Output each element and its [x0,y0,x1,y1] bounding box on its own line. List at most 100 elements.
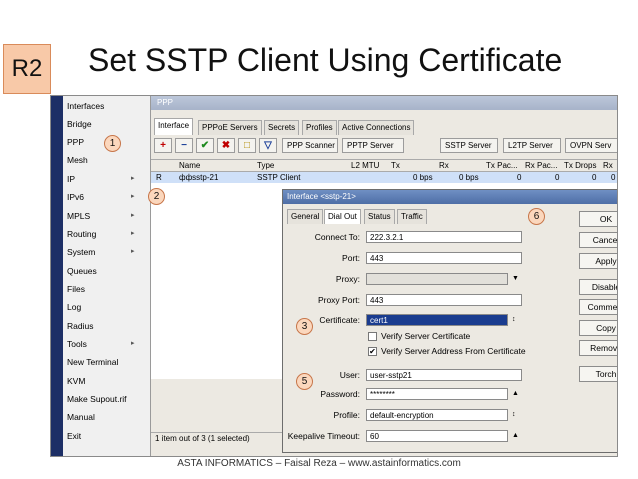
menu-item-files[interactable]: Files [67,283,85,295]
user-input[interactable]: user-sstp21 [366,369,522,381]
proxy-port-input[interactable]: 443 [366,294,522,306]
ppp-scanner-button[interactable]: PPP Scanner [282,138,338,153]
ok-button[interactable]: OK [579,211,617,227]
column-rx[interactable]: Rx [439,160,449,172]
menu-item-interfaces[interactable]: Interfaces [67,100,104,112]
menu-item-log[interactable]: Log [67,301,81,313]
port-input[interactable]: 443 [366,252,522,264]
disable-button[interactable]: Disable [579,279,617,295]
copy-button[interactable]: Copy [579,320,617,336]
dropdown-icon[interactable]: ▼ [512,273,519,285]
row-rx-drops: 0 [611,173,616,182]
add-icon[interactable]: + [154,138,172,153]
up-icon[interactable]: ▲ [512,388,519,400]
menu-item-new-terminal[interactable]: New Terminal [67,356,118,368]
menu-item-tools[interactable]: Tools ▸ [67,338,135,350]
column-rx-packets[interactable]: Rx Pac... [525,160,557,172]
menu-item-bridge[interactable]: Bridge [67,118,92,130]
tab-traffic[interactable]: Traffic [397,209,427,224]
row-tx-packets: 0 [517,173,522,182]
tab-interface[interactable]: Interface [154,118,194,135]
callout-2: 2 [148,188,165,205]
main-menu: Interfaces Bridge PPP Mesh IP ▸ IPv6 ▸ MPL… [63,100,149,456]
proxy-input[interactable] [366,273,508,285]
table-row[interactable]: R ффsstp-21 SSTP Client 0 bps 0 bps 0 0 … [151,172,617,183]
remove-button[interactable]: Remove [579,340,617,356]
pptp-server-button[interactable]: PPTP Server [342,138,404,153]
tab-dial-out[interactable]: Dial Out [324,209,361,224]
row-tx: 0 bps [413,173,433,182]
sstp-server-button[interactable]: SSTP Server [440,138,498,153]
menu-item-mesh[interactable]: Mesh [67,154,88,166]
menu-item-kvm[interactable]: KVM [67,375,85,387]
menu-item-system[interactable]: System ▸ [67,246,135,258]
row-rx-packets: 0 [555,173,560,182]
tab-active-connections[interactable]: Active Connections [338,120,415,135]
verify-server-certificate-checkbox[interactable] [368,332,377,341]
menu-item-radius[interactable]: Radius [67,320,93,332]
column-rx-drops[interactable]: Rx [603,160,613,172]
torch-button[interactable]: Torch [579,366,617,382]
menu-item-make-supout[interactable]: Make Supout.rif [67,393,127,405]
keepalive-input[interactable]: 60 [366,430,508,442]
filter-icon[interactable]: ▽ [259,138,277,153]
slide-footer: ASTA INFORMATICS – Faisal Reza – www.ast… [177,458,461,469]
submenu-arrow-icon: ▸ [131,230,135,237]
row-name: ффsstp-21 [179,173,219,182]
slide-badge: R2 [3,44,51,94]
submenu-arrow-icon: ▸ [131,175,135,182]
keepalive-label: Keepalive Timeout: [287,431,360,441]
comment-button[interactable]: Comment [579,299,617,315]
tab-profiles[interactable]: Profiles [302,120,337,135]
updown-icon[interactable]: ↕ [512,409,516,421]
apply-button[interactable]: Apply [579,253,617,269]
menu-item-queues[interactable]: Queues [67,265,97,277]
menu-item-ipv6[interactable]: IPv6 ▸ [67,191,135,203]
menu-item-exit[interactable]: Exit [67,430,81,442]
minimize-icon[interactable]: ▭ [617,192,618,201]
row-type: SSTP Client [257,173,301,182]
winbox-side-strip [51,96,63,456]
menu-item-mpls[interactable]: MPLS ▸ [67,210,135,222]
disable-icon[interactable]: ✖ [217,138,235,153]
password-input[interactable]: ******** [366,388,508,400]
column-name[interactable]: Name [179,160,200,172]
cancel-button[interactable]: Cancel [579,232,617,248]
list-header: Name Type L2 MTU Tx Rx Tx Pac... Rx Pac.… [151,160,617,172]
up-icon[interactable]: ▲ [512,430,519,442]
updown-icon[interactable]: ↕ [512,314,516,326]
verify-server-address-checkbox[interactable]: ✔ [368,347,377,356]
menu-item-ppp[interactable]: PPP [67,136,84,148]
callout-6: 6 [528,208,545,225]
menu-item-ip[interactable]: IP ▸ [67,173,135,185]
column-l2mtu[interactable]: L2 MTU [351,160,379,172]
column-tx-drops[interactable]: Tx Drops [564,160,596,172]
row-rx: 0 bps [459,173,479,182]
tab-secrets[interactable]: Secrets [264,120,300,135]
enable-icon[interactable]: ✔ [196,138,214,153]
submenu-arrow-icon: ▸ [131,340,135,347]
l2tp-server-button[interactable]: L2TP Server [503,138,561,153]
certificate-select[interactable]: cert1 [366,314,508,326]
winbox-screenshot: Interfaces Bridge PPP Mesh IP ▸ IPv6 ▸ MPL… [50,95,618,457]
verify-server-address-label: Verify Server Address From Certificate [381,346,526,356]
menu-item-routing[interactable]: Routing ▸ [67,228,135,240]
comment-icon[interactable]: □ [238,138,256,153]
profile-label: Profile: [333,410,360,420]
user-label: User: [339,370,360,380]
column-tx[interactable]: Tx [391,160,400,172]
tab-status[interactable]: Status [364,209,395,224]
menu-item-manual[interactable]: Manual [67,411,95,423]
port-label: Port: [342,253,360,263]
ovpn-server-button[interactable]: OVPN Serv [565,138,617,153]
row-flag: R [156,173,162,182]
callout-5: 5 [296,373,313,390]
connect-to-input[interactable]: 222.3.2.1 [366,231,522,243]
column-type[interactable]: Type [257,160,274,172]
ppp-window-title: PPP [151,96,617,110]
remove-icon[interactable]: − [175,138,193,153]
column-tx-packets[interactable]: Tx Pac... [486,160,518,172]
profile-select[interactable]: default-encryption [366,409,508,421]
tab-general[interactable]: General [287,209,324,224]
tab-pppoe-servers[interactable]: PPPoE Servers [198,120,262,135]
